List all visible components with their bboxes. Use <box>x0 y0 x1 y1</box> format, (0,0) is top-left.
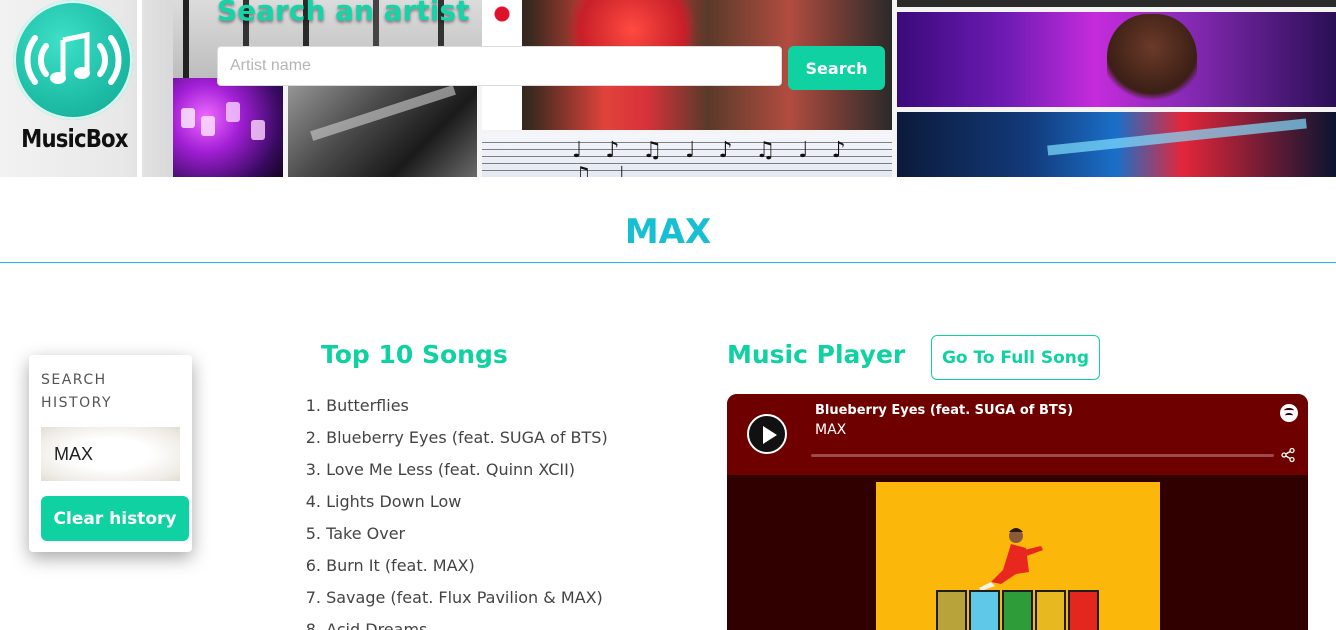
player-header: Blueberry Eyes (feat. SUGA of BTS) MAX <box>727 394 1308 475</box>
track-artist[interactable]: MAX <box>815 422 846 438</box>
song-list-item[interactable]: 4. Lights Down Low <box>300 490 680 522</box>
song-number: 6. <box>305 556 321 575</box>
song-number: 3. <box>305 460 321 479</box>
album-cube <box>969 590 1000 630</box>
album-cube <box>1002 590 1033 630</box>
musicbox-logo[interactable]: MusicBox <box>12 0 134 160</box>
top-songs-heading: Top 10 Songs <box>321 340 508 369</box>
song-title: Take Over <box>326 524 406 543</box>
song-list-item[interactable]: 1. Butterflies <box>300 394 680 426</box>
brand-name: MusicBox <box>21 124 128 153</box>
album-cube <box>1068 590 1099 630</box>
song-list-item[interactable]: 2. Blueberry Eyes (feat. SUGA of BTS) <box>300 426 680 458</box>
hero-collage-tile <box>897 12 1336 107</box>
album-cover-image <box>876 482 1160 630</box>
play-icon[interactable] <box>747 414 787 454</box>
song-list-item[interactable]: 6. Burn It (feat. MAX) <box>300 554 680 586</box>
search-history-heading: SEARCH HISTORY <box>41 372 112 411</box>
song-number: 4. <box>305 492 321 511</box>
artist-name-title: MAX <box>624 212 712 252</box>
hero-collage-tile <box>173 78 283 177</box>
song-number: 7. <box>305 588 321 607</box>
progress-bar[interactable] <box>811 454 1274 457</box>
hero-collage-tile <box>897 0 1336 7</box>
song-title: Burn It (feat. MAX) <box>326 556 475 575</box>
song-number: 5. <box>305 524 321 543</box>
song-list-item[interactable]: 7. Savage (feat. Flux Pavilion & MAX) <box>300 586 680 618</box>
track-title[interactable]: Blueberry Eyes (feat. SUGA of BTS) <box>815 403 1073 418</box>
search-history-card: SEARCH HISTORY MAX Clear history <box>29 355 192 552</box>
search-heading: Search an artist <box>217 0 470 27</box>
go-to-full-song-button[interactable]: Go To Full Song <box>931 335 1100 380</box>
song-title: Blueberry Eyes (feat. SUGA of BTS) <box>326 428 608 447</box>
album-cover-figure <box>979 528 1043 591</box>
song-number: 2. <box>305 428 321 447</box>
album-cover-cubes <box>936 590 1100 630</box>
clear-history-button[interactable]: Clear history <box>41 496 189 541</box>
spotify-embed-player: Blueberry Eyes (feat. SUGA of BTS) MAX <box>727 394 1308 630</box>
album-cube <box>1035 590 1066 630</box>
music-player-heading: Music Player <box>727 340 906 369</box>
hero-collage-tile <box>482 134 892 177</box>
title-divider <box>0 262 1336 263</box>
hero-collage-tile <box>288 78 477 177</box>
spotify-icon[interactable] <box>1280 404 1298 422</box>
hero-collage-tile <box>897 112 1336 177</box>
song-number: 1. <box>305 396 321 415</box>
song-title: Lights Down Low <box>326 492 462 511</box>
song-title: Acid Dreams <box>326 620 428 630</box>
song-list-item[interactable]: 5. Take Over <box>300 522 680 554</box>
share-icon[interactable] <box>1280 447 1296 463</box>
top-songs-list: 1. Butterflies 2. Blueberry Eyes (feat. … <box>300 394 680 630</box>
song-list-item[interactable]: 3. Love Me Less (feat. Quinn XCII) <box>300 458 680 490</box>
header-hero: MusicBox Search an artist Search <box>0 0 1336 177</box>
song-title: Savage (feat. Flux Pavilion & MAX) <box>326 588 603 607</box>
search-button[interactable]: Search <box>788 46 885 90</box>
song-number: 8. <box>305 620 321 630</box>
song-title: Love Me Less (feat. Quinn XCII) <box>326 460 576 479</box>
song-title: Butterflies <box>326 396 409 415</box>
album-cube <box>936 590 967 630</box>
song-list-item[interactable]: 8. Acid Dreams <box>300 618 680 630</box>
artist-search-input[interactable] <box>217 46 782 86</box>
page: MusicBox Search an artist Search MAX SEA… <box>0 0 1336 630</box>
search-history-item[interactable]: MAX <box>41 427 180 481</box>
music-note-icon <box>13 0 133 120</box>
